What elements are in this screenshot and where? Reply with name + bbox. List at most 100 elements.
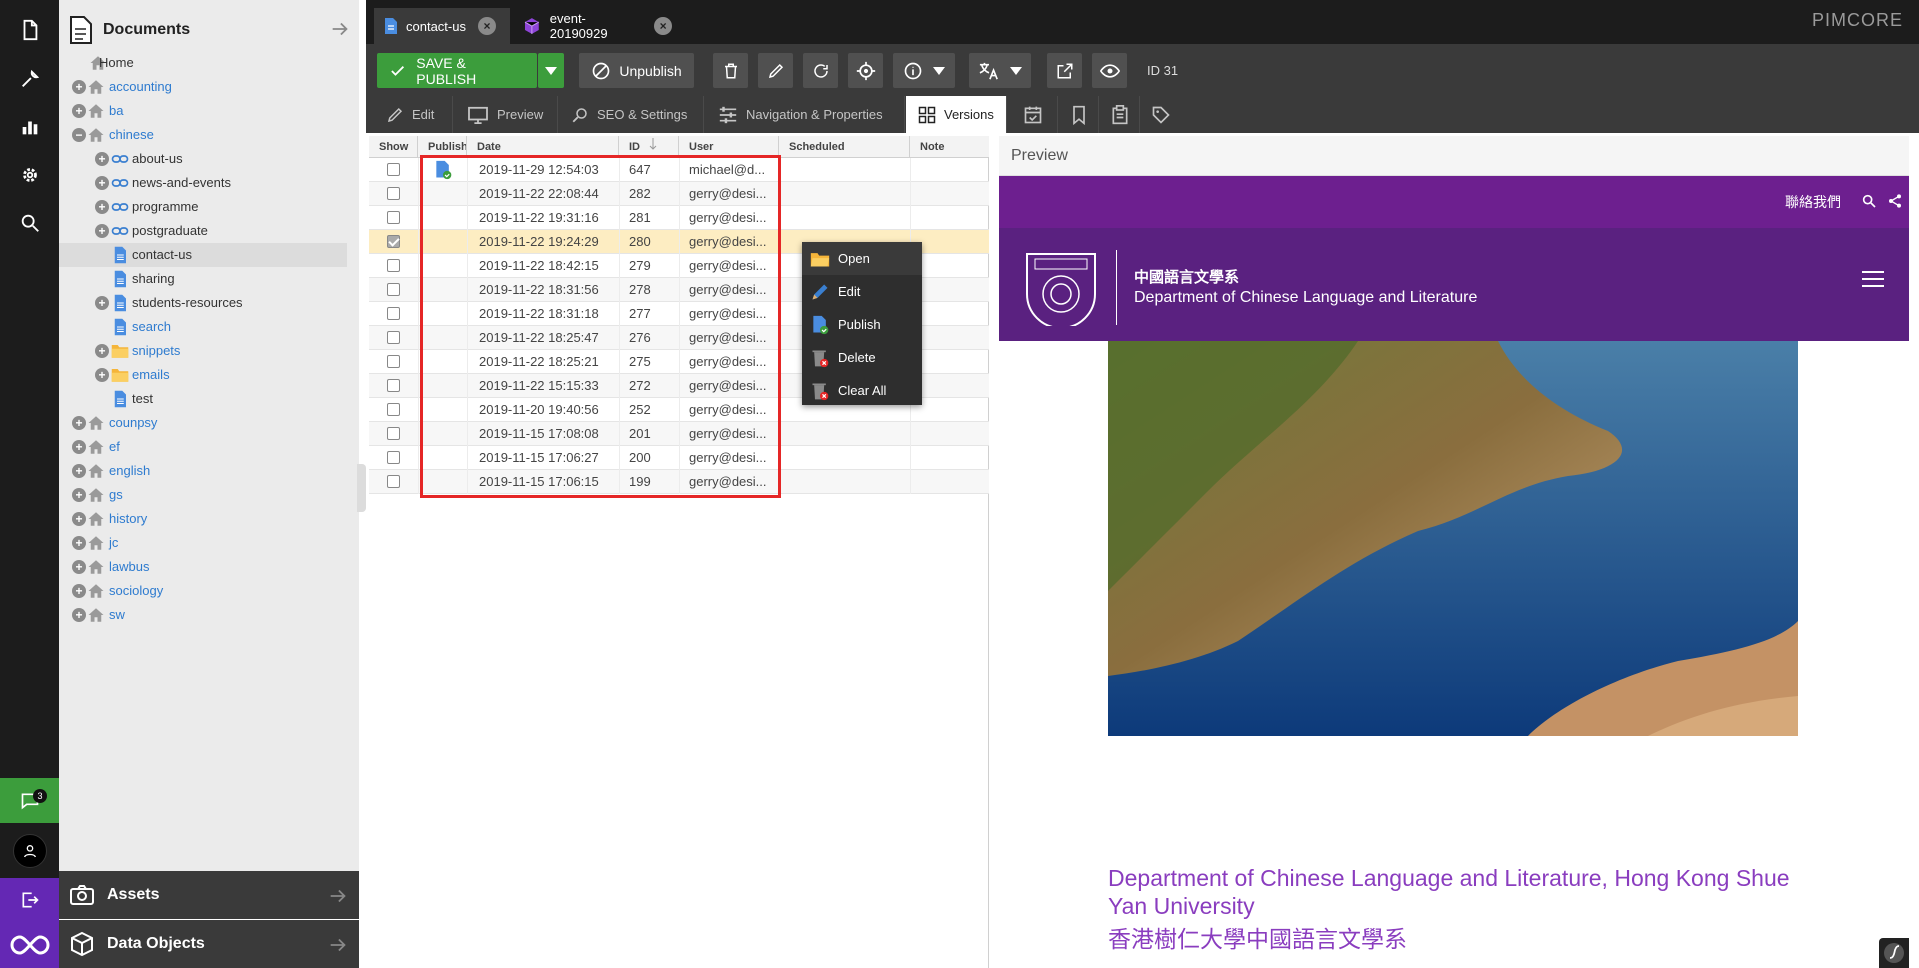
tree-item-test[interactable]: test [59, 387, 347, 411]
debug-toolbar-toggle[interactable] [1879, 938, 1909, 968]
close-icon[interactable]: × [477, 17, 496, 35]
show-version-checkbox[interactable] [387, 451, 400, 464]
context-menu-open[interactable]: Open [802, 242, 922, 275]
open-in-new-window-button[interactable] [1047, 53, 1082, 88]
tab-tags[interactable] [1141, 96, 1181, 133]
tree-item-contact-us[interactable]: contact-us [59, 243, 347, 267]
arrow-right-icon[interactable] [329, 18, 351, 40]
notifications-button[interactable]: 3 [0, 778, 59, 823]
save-options-dropdown[interactable] [538, 53, 564, 88]
tree-item-Home[interactable]: Home [59, 51, 347, 75]
show-version-checkbox[interactable] [387, 283, 400, 296]
unpublish-button[interactable]: Unpublish [579, 53, 694, 88]
chart-icon[interactable] [0, 103, 59, 150]
tree-item-emails[interactable]: + emails [59, 363, 347, 387]
show-version-checkbox[interactable] [387, 307, 400, 320]
expand-icon[interactable]: + [72, 488, 86, 502]
expand-icon[interactable]: + [72, 464, 86, 478]
show-version-checkbox[interactable] [387, 331, 400, 344]
tree-item-english[interactable]: + english [59, 459, 347, 483]
context-menu-clear-all[interactable]: Clear All [802, 374, 922, 407]
close-icon[interactable]: × [654, 17, 672, 35]
show-version-checkbox[interactable] [387, 379, 400, 392]
show-version-checkbox[interactable] [387, 235, 400, 248]
context-menu-edit[interactable]: Edit [802, 275, 922, 308]
tree-item-gs[interactable]: + gs [59, 483, 347, 507]
tab-dependencies[interactable] [1059, 96, 1099, 133]
tree-item-lawbus[interactable]: + lawbus [59, 555, 347, 579]
tab-notes[interactable] [1100, 96, 1140, 133]
tree-item-history[interactable]: + history [59, 507, 347, 531]
show-version-checkbox[interactable] [387, 259, 400, 272]
tree-item-search[interactable]: search [59, 315, 347, 339]
tab-versions[interactable]: Versions [906, 96, 1007, 133]
expand-icon[interactable]: + [95, 152, 109, 166]
context-menu-publish[interactable]: Publish [802, 308, 922, 341]
show-version-checkbox[interactable] [387, 475, 400, 488]
column-header-scheduled[interactable]: Scheduled [779, 136, 910, 158]
tree-item-accounting[interactable]: + accounting [59, 75, 347, 99]
show-version-checkbox[interactable] [387, 211, 400, 224]
expand-icon[interactable]: + [95, 224, 109, 238]
expand-icon[interactable]: + [95, 176, 109, 190]
expand-icon[interactable]: + [72, 536, 86, 550]
search-icon[interactable] [1861, 193, 1877, 209]
context-menu-delete[interactable]: Delete [802, 341, 922, 374]
expand-icon[interactable]: + [95, 296, 109, 310]
user-menu-button[interactable] [0, 827, 59, 875]
arrow-right-icon[interactable] [327, 885, 349, 907]
tree-item-sociology[interactable]: + sociology [59, 579, 347, 603]
gear-icon[interactable] [0, 151, 59, 198]
file-icon[interactable] [0, 6, 59, 53]
tab-seo-settings[interactable]: SEO & Settings [559, 96, 704, 133]
show-in-tree-button[interactable] [848, 53, 883, 88]
delete-button[interactable] [713, 53, 748, 88]
arrow-right-icon[interactable] [327, 934, 349, 956]
tree-item-snippets[interactable]: + snippets [59, 339, 347, 363]
preview-button[interactable] [1092, 53, 1127, 88]
translation-button[interactable] [969, 53, 1031, 88]
tree-item-about-us[interactable]: + about-us [59, 147, 347, 171]
show-version-checkbox[interactable] [387, 427, 400, 440]
tree-item-ba[interactable]: + ba [59, 99, 347, 123]
expand-icon[interactable]: + [72, 584, 86, 598]
rename-button[interactable] [758, 53, 793, 88]
tab-navigation-properties[interactable]: Navigation & Properties [705, 96, 905, 133]
tree-item-sw[interactable]: + sw [59, 603, 347, 627]
hamburger-menu-icon[interactable] [1861, 270, 1885, 288]
column-header-note[interactable]: Note [910, 136, 989, 158]
expand-icon[interactable]: + [72, 440, 86, 454]
tree-item-jc[interactable]: + jc [59, 531, 347, 555]
expand-icon[interactable]: + [95, 200, 109, 214]
tab-contact-us[interactable]: contact-us × [374, 8, 510, 44]
logout-button[interactable] [0, 878, 59, 922]
expand-icon[interactable]: + [95, 344, 109, 358]
share-icon[interactable] [1887, 193, 1903, 209]
tree-item-news-and-events[interactable]: + news-and-events [59, 171, 347, 195]
save-publish-button[interactable]: SAVE & PUBLISH [377, 53, 537, 88]
expand-icon[interactable]: + [72, 560, 86, 574]
info-button[interactable] [893, 53, 955, 88]
reload-button[interactable] [803, 53, 838, 88]
tree-item-postgraduate[interactable]: + postgraduate [59, 219, 347, 243]
tab-preview[interactable]: Preview [454, 96, 558, 133]
tab-edit[interactable]: Edit [373, 96, 453, 133]
expand-icon[interactable]: + [72, 416, 86, 430]
expand-icon[interactable]: + [72, 512, 86, 526]
collapse-icon[interactable]: − [72, 128, 86, 142]
tree-item-sharing[interactable]: sharing [59, 267, 347, 291]
show-version-checkbox[interactable] [387, 355, 400, 368]
tree-item-students-resources[interactable]: + students-resources [59, 291, 347, 315]
panel-collapse-handle[interactable] [357, 464, 366, 512]
tree-item-counpsy[interactable]: + counpsy [59, 411, 347, 435]
show-version-checkbox[interactable] [387, 163, 400, 176]
tab-event-20190929[interactable]: event-20190929 × [514, 8, 682, 44]
data-objects-panel-header[interactable]: Data Objects [59, 920, 359, 968]
expand-icon[interactable]: + [72, 608, 86, 622]
tree-item-chinese[interactable]: − chinese [59, 123, 347, 147]
expand-icon[interactable]: + [72, 80, 86, 94]
tree-item-programme[interactable]: + programme [59, 195, 347, 219]
contact-link[interactable]: 聯絡我們 [1785, 192, 1841, 212]
expand-icon[interactable]: + [95, 368, 109, 382]
column-header-show[interactable]: Show [369, 136, 418, 158]
